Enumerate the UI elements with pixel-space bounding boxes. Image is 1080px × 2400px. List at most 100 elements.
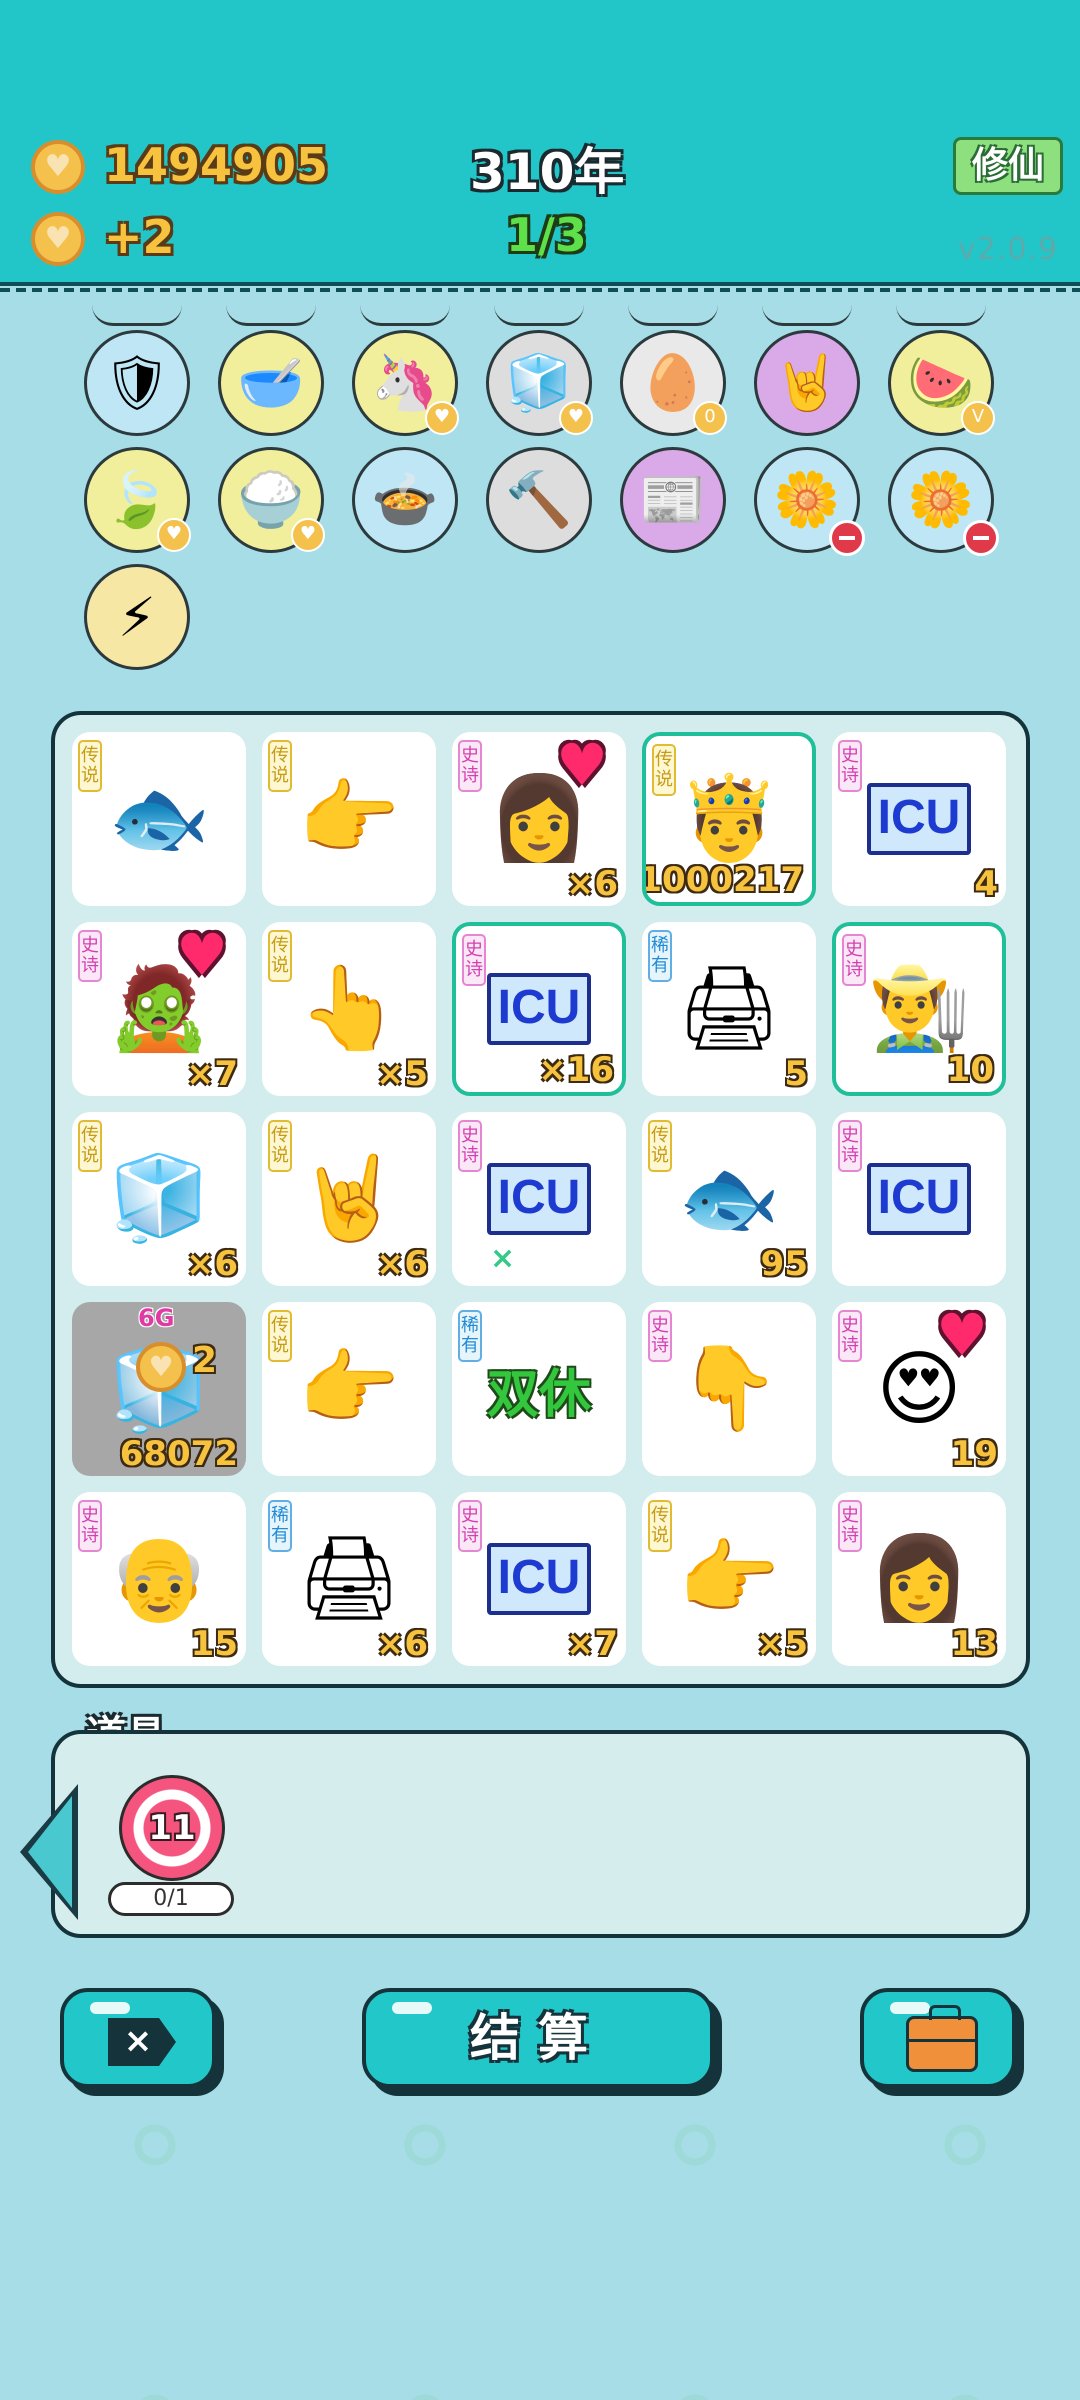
relic-leaf-icon[interactable]: 🍃 ♥	[84, 447, 191, 553]
board-tile[interactable]: ICU 史诗	[832, 1112, 1006, 1286]
tile-value: ×5	[375, 1054, 428, 1094]
network-badge: 6G	[138, 1304, 175, 1332]
board-tile[interactable]: 👩 史诗 13	[832, 1492, 1006, 1666]
tile-value: 1000217	[642, 860, 804, 900]
relic-shield-icon[interactable]: 🛡	[84, 330, 190, 436]
remove-icon[interactable]	[963, 520, 999, 556]
board-tile[interactable]: 👉 传说 ×5	[642, 1492, 816, 1666]
unicorn-icon: 🦄	[371, 351, 439, 414]
coin-bonus: 2	[192, 1340, 218, 1381]
relic-hammer-icon[interactable]: 🔨	[486, 447, 592, 553]
tile-value: ×16	[538, 1050, 614, 1090]
relic-flower-pot-icon[interactable]: 🌼	[754, 447, 865, 556]
lightning-icon: ⚡	[118, 585, 156, 649]
board-tile[interactable]: 🧊 传说 ×6	[72, 1112, 246, 1286]
relic-fruit-bowl-icon[interactable]: 🍉 V	[888, 330, 995, 436]
scrolled-relic-edge	[92, 305, 182, 326]
rarity-tag: 稀有	[648, 930, 672, 982]
relic-rock-hand-icon[interactable]: 🤘	[754, 330, 860, 436]
scrolled-relic-edge	[494, 305, 584, 326]
board-tile[interactable]: 🤴 传说 1000217	[642, 732, 816, 906]
hammer-icon: 🔨	[505, 468, 573, 531]
rock-hand-icon: 🤘	[773, 351, 841, 414]
relic-time-magazine-icon[interactable]: 📰	[620, 447, 726, 553]
scroll-left-arrow-icon[interactable]	[20, 1784, 78, 1920]
pet-bowl-icon: 🥣	[237, 351, 305, 414]
exit-button[interactable]: ×	[60, 1988, 216, 2088]
relic-badge: ♥	[559, 401, 593, 435]
board-tile[interactable]: ICU 史诗 ×	[452, 1112, 626, 1286]
coin-icon	[31, 140, 85, 194]
tile-value: 4	[974, 864, 998, 904]
board-tile[interactable]: 🧟 史诗 ♥ ×7	[72, 922, 246, 1096]
flower-pot-icon: 🌼	[773, 468, 841, 531]
board-tile[interactable]: 🧊6G268072	[72, 1302, 246, 1476]
inventory-button[interactable]	[860, 1988, 1016, 2088]
rarity-tag: 稀有	[268, 1500, 292, 1552]
rarity-tag: 史诗	[838, 1310, 862, 1362]
remove-icon[interactable]	[829, 520, 865, 556]
relic-badge: V	[961, 401, 995, 435]
board-tile[interactable]: 🤘 传说 ×6	[262, 1112, 436, 1286]
coin-income: +2	[104, 210, 175, 264]
top-hud: 1494905 +2 310年 1/3 修仙 v2.0.9	[0, 0, 1080, 292]
board-tile[interactable]: 😍 史诗 ♥ 19	[832, 1302, 1006, 1476]
board-tile[interactable]: 👇 史诗	[642, 1302, 816, 1476]
rarity-tag: 传说	[78, 740, 102, 792]
board-tile[interactable]: 🖨 稀有 ×6	[262, 1492, 436, 1666]
prop-uses-counter: 0/1	[108, 1882, 234, 1916]
board-tile[interactable]: 🐟 传说	[72, 732, 246, 906]
rarity-tag: 史诗	[78, 1500, 102, 1552]
coin-icon	[136, 1342, 186, 1392]
relic-rice-bowl-icon[interactable]: 🍚 ♥	[218, 447, 325, 553]
rarity-tag: 稀有	[458, 1310, 482, 1362]
board-tile[interactable]: ICU 史诗 ×7	[452, 1492, 626, 1666]
board-tile[interactable]: 🖨 稀有 5	[642, 922, 816, 1096]
rarity-tag: 传说	[648, 1500, 672, 1552]
tile-value: 15	[190, 1624, 238, 1664]
rarity-tag: 传说	[648, 1120, 672, 1172]
rarity-tag: 传说	[268, 1310, 292, 1362]
rarity-tag: 史诗	[458, 1500, 482, 1552]
cultivation-button[interactable]: 修仙	[953, 137, 1063, 195]
coin-total: 1494905	[104, 138, 329, 192]
rarity-tag: 史诗	[842, 934, 866, 986]
relic-sugar-cubes-icon[interactable]: 🧊 ♥	[486, 330, 593, 436]
board-tile[interactable]: ICU 史诗 ×16	[452, 922, 626, 1096]
board-tile[interactable]: 👉 传说	[262, 732, 436, 906]
board-tile[interactable]: 👨‍🌾 史诗 10	[832, 922, 1006, 1096]
relic-unicorn-icon[interactable]: 🦄 ♥	[352, 330, 459, 436]
tile-value: ×6	[185, 1244, 238, 1284]
rarity-tag: 传说	[268, 740, 292, 792]
tile-value: ×5	[755, 1624, 808, 1664]
board-tile[interactable]: 👩 史诗 ♥ ×6	[452, 732, 626, 906]
relic-pot-icon[interactable]: 🍲	[352, 447, 458, 553]
coin-icon	[31, 212, 85, 266]
egg-carton-icon: 🥚	[639, 351, 707, 414]
relic-pet-bowl-icon[interactable]: 🥣	[218, 330, 324, 436]
board-tile[interactable]: 👴 史诗 15	[72, 1492, 246, 1666]
version-label: v2.0.9	[958, 232, 1059, 267]
scrolled-relic-edge	[360, 305, 450, 326]
reroll-target-icon[interactable]: 11	[119, 1775, 225, 1881]
rarity-tag: 史诗	[462, 934, 486, 986]
exit-icon: ×	[108, 2018, 176, 2066]
fruit-bowl-icon: 🍉	[907, 351, 975, 414]
board-tile[interactable]: 🐟 传说 95	[642, 1112, 816, 1286]
hud-divider	[0, 288, 1080, 292]
relic-lightning-icon[interactable]: ⚡	[84, 564, 190, 670]
relic-badge: ♥	[157, 518, 191, 552]
board-tile[interactable]: 👆 传说 ×5	[262, 922, 436, 1096]
rarity-tag: 传说	[78, 1120, 102, 1172]
relic-flower-pot-icon[interactable]: 🌼	[888, 447, 999, 556]
relic-egg-carton-icon[interactable]: 🥚 0	[620, 330, 727, 436]
rarity-tag: 史诗	[458, 740, 482, 792]
board-tile[interactable]: ICU 史诗 4	[832, 732, 1006, 906]
round-progress: 1/3	[506, 208, 587, 262]
tile-value: 10	[946, 1050, 994, 1090]
board-tile[interactable]: 👉 传说	[262, 1302, 436, 1476]
scrolled-relic-edge	[226, 305, 316, 326]
tile-value: ×7	[565, 1624, 618, 1664]
board-tile[interactable]: 双休 稀有	[452, 1302, 626, 1476]
settle-button[interactable]: 结算	[362, 1988, 714, 2088]
